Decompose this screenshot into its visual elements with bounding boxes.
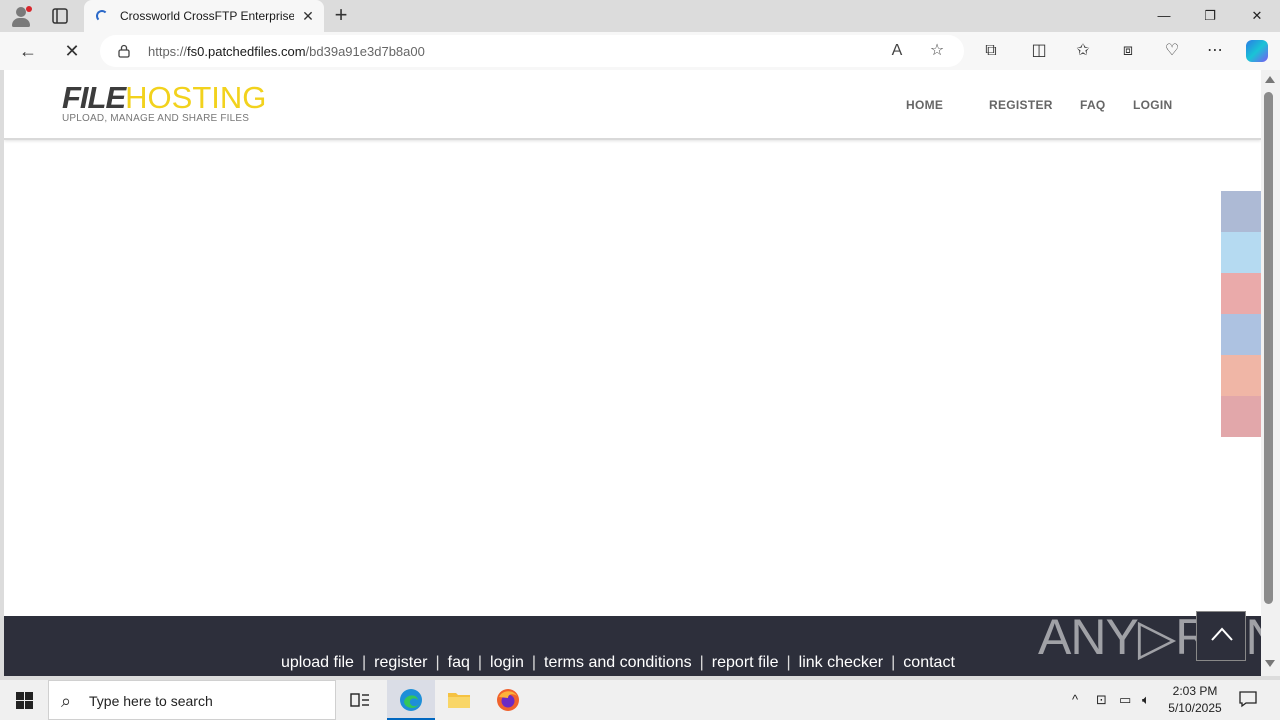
page-viewport: FILEHOSTING UPLOAD, MANAGE AND SHARE FIL… (4, 70, 1261, 676)
meet-now-icon[interactable]: ⊡ (1096, 692, 1107, 708)
footer-link-contact[interactable]: contact (903, 654, 955, 671)
browser-toolbar: ← ✕ https://fs0.patchedfiles.com/bd39a91… (0, 32, 1280, 70)
site-footer: upload file | register | faq | login | terms and… (4, 609, 1261, 676)
stop-loading-icon[interactable]: ✕ (60, 39, 84, 63)
scroll-thumb[interactable] (1264, 92, 1273, 604)
firefox-icon[interactable] (484, 680, 532, 720)
browser-essentials-icon[interactable]: ♡ (1162, 41, 1182, 61)
scroll-down-icon[interactable] (1265, 660, 1275, 667)
logo-tagline: UPLOAD, MANAGE AND SHARE FILES (62, 113, 250, 124)
footer-link-faq[interactable]: faq (448, 654, 470, 671)
favorites-icon[interactable]: ✩ (1073, 41, 1093, 61)
share-sidebar (1221, 191, 1261, 437)
footer-link-upload[interactable]: upload file (281, 654, 354, 671)
logo-text-light: HOSTING (125, 80, 267, 115)
taskbar-search[interactable]: ⌕ Type here to search (48, 680, 336, 720)
taskbar-clock[interactable]: 2:03 PM 5/10/2025 (1160, 683, 1230, 717)
footer-link-terms[interactable]: terms and conditions (544, 654, 692, 671)
site-header: FILEHOSTING UPLOAD, MANAGE AND SHARE FIL… (4, 70, 1261, 140)
edge-taskbar-icon[interactable] (387, 680, 435, 720)
nav-login[interactable]: LOGIN (1133, 98, 1173, 112)
address-bar[interactable]: https://fs0.patchedfiles.com/bd39a91e3d7… (100, 35, 964, 67)
tab-actions-icon[interactable] (50, 6, 70, 26)
minimize-button[interactable]: — (1141, 0, 1187, 32)
chevron-up-icon (1211, 627, 1233, 641)
browser-tab-strip: Crossworld CrossFTP Enterprise 1 ✕ + — ❐… (0, 0, 1280, 32)
loading-spinner-icon (96, 10, 108, 22)
logo-text-bold: FILE (62, 80, 126, 115)
share-button-3[interactable] (1221, 273, 1261, 314)
footer-link-checker[interactable]: link checker (799, 654, 883, 671)
scroll-up-icon[interactable] (1265, 76, 1275, 83)
footer-link-login[interactable]: login (490, 654, 524, 671)
nav-faq[interactable]: FAQ (1080, 98, 1106, 112)
tray-chevron-icon[interactable]: ^ (1072, 692, 1078, 707)
share-button-4[interactable] (1221, 314, 1261, 355)
windows-taskbar: ⌕ Type here to search ^ ⊡ ▭ 🔈︎ 2:03 PM 5… (0, 680, 1280, 720)
share-button-1[interactable] (1221, 191, 1261, 232)
copilot-icon[interactable] (1246, 40, 1268, 62)
back-arrow-icon[interactable]: ← (16, 39, 40, 63)
new-tab-button[interactable]: + (330, 4, 352, 27)
tab-close-icon[interactable]: ✕ (300, 8, 316, 24)
volume-icon[interactable]: 🔈︎ (1142, 692, 1150, 708)
nav-register[interactable]: REGISTER (989, 98, 1053, 112)
footer-link-register[interactable]: register (374, 654, 427, 671)
search-icon: ⌕ (61, 691, 72, 711)
file-explorer-icon[interactable] (435, 680, 483, 720)
share-button-2[interactable] (1221, 232, 1261, 273)
nav-home[interactable]: HOME (906, 98, 943, 112)
favorite-star-icon[interactable]: ☆ (928, 42, 946, 60)
settings-more-icon[interactable]: ⋯ (1205, 41, 1225, 61)
network-icon[interactable]: ▭ (1119, 692, 1131, 708)
extensions-icon[interactable]: ⧉ (981, 41, 1001, 61)
clock-time: 2:03 PM (1172, 684, 1218, 698)
footer-link-report[interactable]: report file (712, 654, 779, 671)
share-button-6[interactable] (1221, 396, 1261, 437)
share-button-5[interactable] (1221, 355, 1261, 396)
collections-icon[interactable]: ⧈ (1118, 41, 1138, 61)
browser-tab-active[interactable]: Crossworld CrossFTP Enterprise 1 ✕ (84, 0, 324, 32)
page-scrollbar[interactable] (1261, 70, 1280, 676)
footer-links: upload file | register | faq | login | terms and… (281, 654, 955, 671)
split-screen-icon[interactable]: ◫ (1029, 41, 1049, 61)
task-view-icon[interactable] (336, 680, 384, 720)
profile-avatar-icon[interactable] (8, 4, 34, 28)
read-aloud-icon[interactable]: A (888, 42, 906, 60)
search-placeholder: Type here to search (89, 693, 213, 709)
start-button[interactable] (0, 680, 48, 720)
clock-date: 5/10/2025 (1168, 701, 1222, 715)
restore-button[interactable]: ❐ (1187, 0, 1233, 32)
notifications-icon[interactable] (1239, 690, 1257, 711)
tab-title: Crossworld CrossFTP Enterprise 1 (120, 9, 294, 23)
site-logo[interactable]: FILEHOSTING UPLOAD, MANAGE AND SHARE FIL… (62, 80, 266, 124)
url-text[interactable]: https://fs0.patchedfiles.com/bd39a91e3d7… (148, 44, 425, 59)
close-window-button[interactable]: ✕ (1234, 0, 1280, 32)
scroll-to-top-button[interactable] (1196, 611, 1246, 661)
lock-icon[interactable] (118, 44, 130, 58)
windows-logo-icon (16, 692, 33, 709)
